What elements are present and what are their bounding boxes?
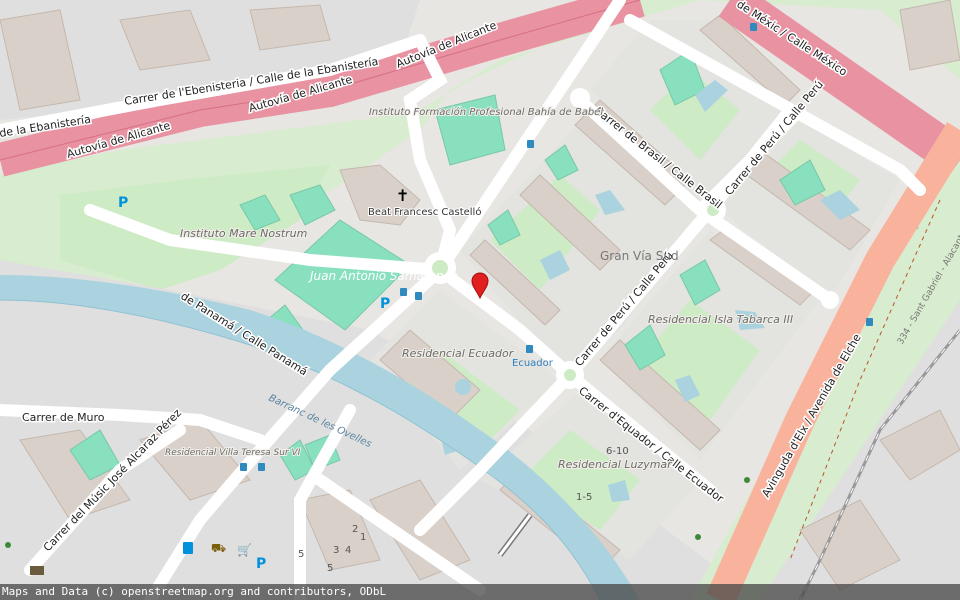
tree-icon <box>744 477 750 483</box>
road-label: Carrer de Muro <box>22 411 105 424</box>
place-label: Residencial Villa Teresa Sur VI <box>165 448 301 458</box>
map-canvas[interactable]: Carrer de l'Ebenisteria / Calle de la Eb… <box>0 0 960 600</box>
house-number: 2 <box>352 524 358 535</box>
fuel-icon[interactable] <box>183 542 193 554</box>
tree-icon <box>695 534 701 540</box>
house-number: 4 <box>345 545 351 556</box>
place-label: Residencial Luzymar <box>558 458 673 471</box>
parking-icon[interactable]: P <box>380 296 390 312</box>
shop-icon[interactable]: 🛒 <box>237 543 252 557</box>
house-number: 5 <box>298 549 304 560</box>
bus-stop-icon[interactable] <box>415 292 422 300</box>
parking-icon[interactable]: P <box>256 556 266 572</box>
church-icon[interactable]: ✝ <box>396 186 409 205</box>
place-label: Instituto Mare Nostrum <box>180 227 307 240</box>
house-number: 5 <box>327 563 333 574</box>
bus-stop-icon[interactable] <box>258 463 265 471</box>
bus-stop-icon[interactable] <box>240 463 247 471</box>
place-instituto-bahia[interactable]: Instituto Formación Profesional Bahía de… <box>368 105 604 119</box>
place-label: Residencial Ecuador <box>402 347 515 360</box>
bus-stop-icon[interactable] <box>750 23 757 31</box>
house-number: 1 <box>360 532 366 543</box>
house-number: 1-5 <box>576 492 592 503</box>
map-attribution[interactable]: Maps and Data (c) openstreetmap.org and … <box>0 584 960 600</box>
bus-stop-icon[interactable] <box>527 140 534 148</box>
atm-icon[interactable] <box>30 566 44 575</box>
church-label: Beat Francesc Castelló <box>368 206 481 218</box>
place-label: Residencial Isla Tabarca III <box>648 313 793 326</box>
bus-stop-icon[interactable] <box>400 288 407 296</box>
place-label-line: Instituto Formación Profesional Bahía de… <box>369 106 603 118</box>
tree-icon <box>5 542 11 548</box>
neighborhood-label: Gran Vía Sud <box>600 249 679 263</box>
house-number: 3 <box>333 545 339 556</box>
pitch-label: Juan Antonio Samaranch <box>308 269 458 283</box>
bus-stop-icon[interactable] <box>866 318 873 326</box>
house-number: 6-10 <box>606 446 629 457</box>
place-label: Instituto Formación Profesional Bahía de… <box>369 106 603 118</box>
bus-stop-label: Ecuador <box>512 358 554 369</box>
car-icon[interactable]: ⛟ <box>211 541 226 555</box>
bus-stop-icon[interactable] <box>526 345 533 353</box>
parking-icon[interactable]: P <box>118 195 128 211</box>
